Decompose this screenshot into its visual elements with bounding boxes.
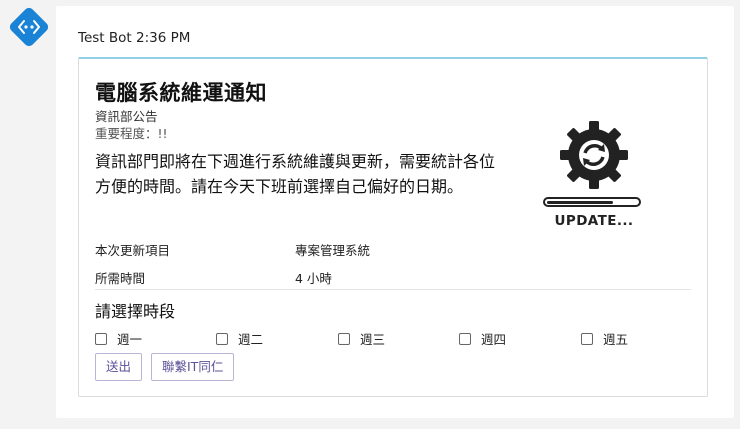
priority-text: 重要程度：!! [95,126,168,141]
checkbox-label: 週四 [481,332,507,347]
gear-icon [560,121,628,189]
checkbox-wednesday[interactable]: 週三 [338,329,385,348]
checkbox-box[interactable] [459,332,471,345]
fact-value: 專案管理系統 [295,243,371,258]
sender-name: Test Bot [78,30,132,46]
bot-diamond-icon [9,7,49,47]
fact-title: 所需時間 [95,271,146,286]
fact-title: 本次更新項目 [95,243,171,258]
message-area: Test Bot 2:36 PM 電腦系統維運通知 資訊部公告 重要程度：!! … [56,6,734,418]
choice-set-label: 請選擇時段 [95,302,176,321]
checkbox-thursday[interactable]: 週四 [459,329,506,348]
bot-avatar [6,4,52,50]
checkbox-label: 週五 [603,332,629,347]
update-progress-fill [547,200,613,204]
contact-it-button[interactable]: 聯繫IT同仁 [151,353,235,381]
card-body-text: 資訊部門即將在下週進行系統維護與更新，需要統計各位方便的時間。請在今天下班前選擇… [95,152,496,196]
message-header: Test Bot 2:36 PM [78,30,190,46]
divider [95,289,691,290]
adaptive-card: 電腦系統維運通知 資訊部公告 重要程度：!! 資訊部門即將在下週進行系統維護與更… [78,57,708,397]
update-image: UPDATE... [541,119,647,235]
checkbox-label: 週一 [117,332,143,347]
checkbox-box[interactable] [338,332,350,345]
checkbox-label: 週二 [238,332,264,347]
checkbox-label: 週三 [360,332,386,347]
checkbox-box[interactable] [216,332,228,345]
submit-button[interactable]: 送出 [95,353,143,381]
update-caption: UPDATE... [554,213,634,229]
checkbox-friday[interactable]: 週五 [581,329,628,348]
checkbox-box[interactable] [581,332,593,345]
fact-value: 4 小時 [295,271,332,286]
checkbox-tuesday[interactable]: 週二 [216,329,263,348]
card-title: 電腦系統維運通知 [95,81,267,105]
message-time: 2:36 PM [136,30,191,46]
update-progress-bar [543,197,641,207]
checkbox-monday[interactable]: 週一 [95,329,142,348]
checkbox-box[interactable] [95,332,107,345]
